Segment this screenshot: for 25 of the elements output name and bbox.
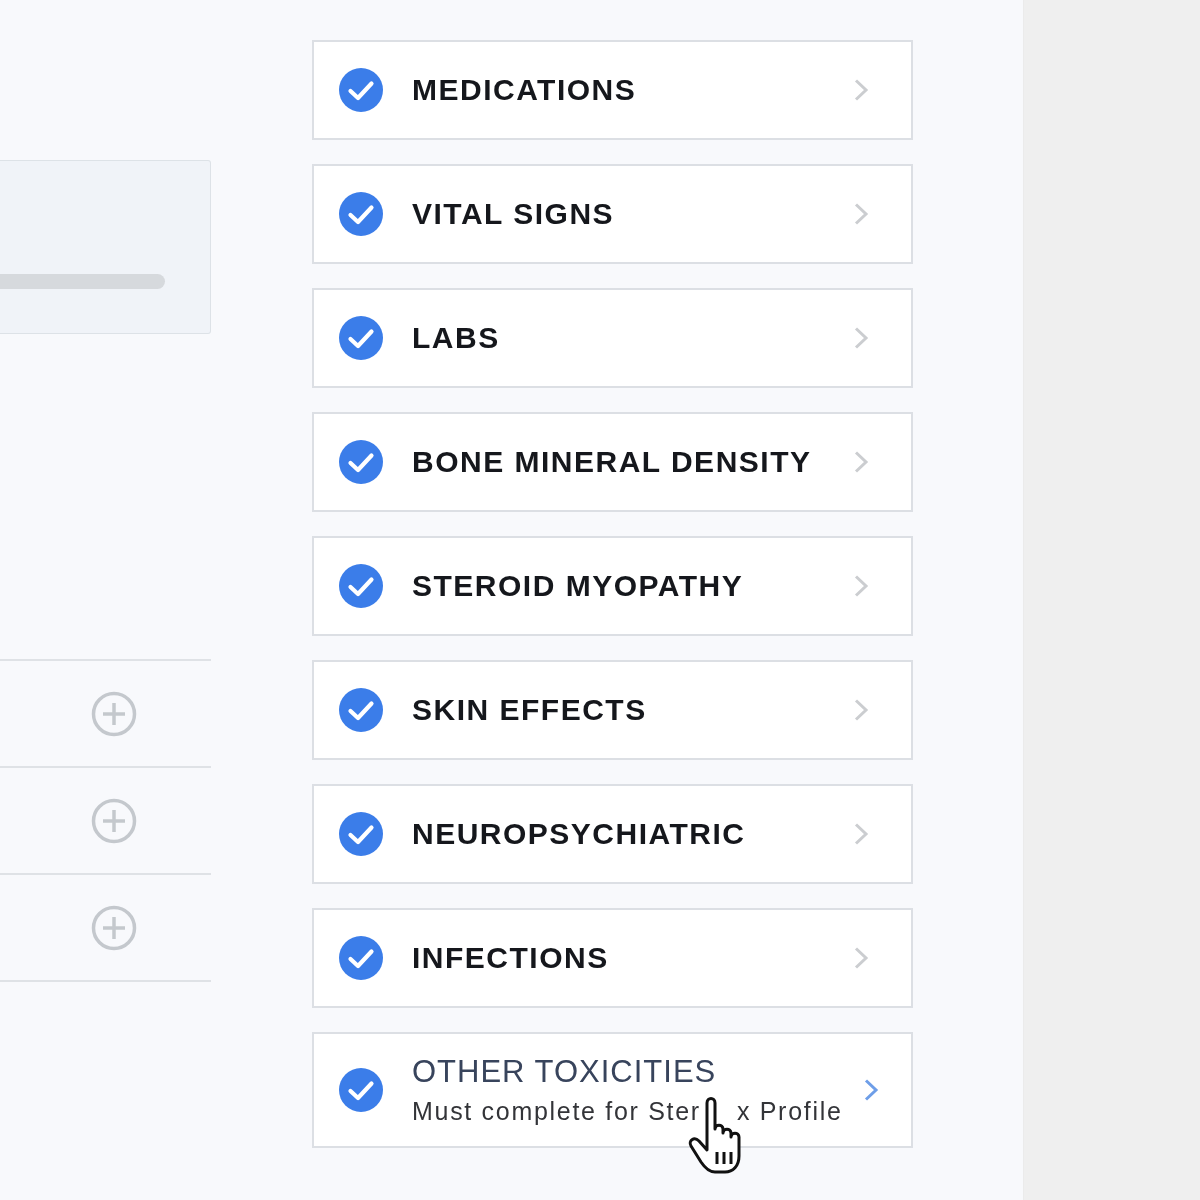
add-button[interactable]: [90, 690, 137, 737]
section-card[interactable]: MEDICATIONS: [312, 40, 913, 140]
plus-circle-icon: [90, 690, 137, 737]
section-title: MEDICATIONS: [412, 72, 638, 108]
section-title: SKIN EFFECTS: [412, 692, 648, 728]
plus-circle-icon: [90, 797, 137, 844]
section-title: BONE MINERAL DENSITY: [412, 444, 813, 480]
section-subtitle: x Profile: [736, 1095, 843, 1126]
section-card[interactable]: SKIN EFFECTS: [312, 660, 913, 760]
section-title: LABS: [412, 320, 501, 356]
add-button[interactable]: [90, 904, 137, 951]
section-card[interactable]: LABS: [312, 288, 913, 388]
section-card[interactable]: VITAL SIGNS: [312, 164, 913, 264]
section-card[interactable]: INFECTIONS: [312, 908, 913, 1008]
section-title: NEUROPSYCHIATRIC: [412, 816, 747, 852]
section-card[interactable]: NEUROPSYCHIATRIC: [312, 784, 913, 884]
section-card[interactable]: BONE MINERAL DENSITY: [312, 412, 913, 512]
section-title: STEROID MYOPATHY: [412, 568, 745, 604]
plus-circle-icon: [90, 904, 137, 951]
section-card[interactable]: STEROID MYOPATHY: [312, 536, 913, 636]
section-title: INFECTIONS: [412, 940, 610, 976]
section-subtitle: Must complete for Ster: [412, 1095, 701, 1126]
section-title: OTHER TOXICITIES: [412, 1054, 718, 1090]
add-button[interactable]: [90, 797, 137, 844]
section-title: VITAL SIGNS: [412, 196, 616, 232]
